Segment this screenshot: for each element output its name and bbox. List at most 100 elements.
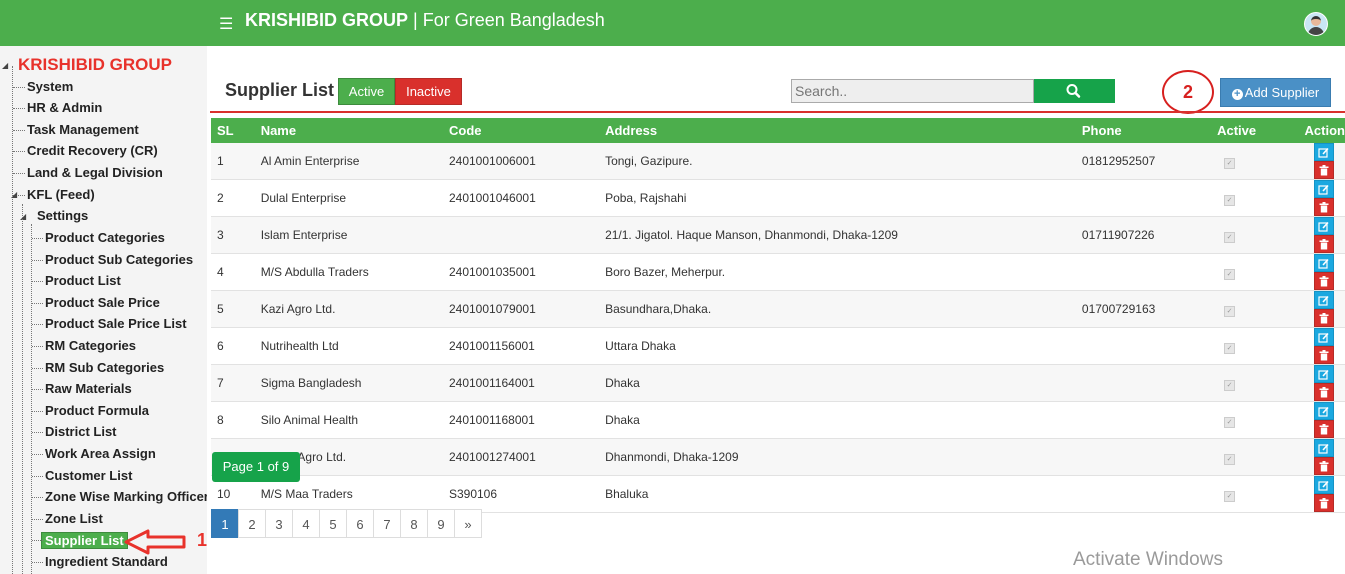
- inactive-filter-button[interactable]: Inactive: [395, 78, 462, 105]
- active-checkbox[interactable]: ✓: [1224, 194, 1236, 206]
- edit-button[interactable]: [1313, 180, 1334, 198]
- active-checkbox[interactable]: ✓: [1224, 416, 1236, 428]
- sidebar-item-customer-list[interactable]: Customer List: [45, 468, 132, 483]
- sidebar-item-zone-wise-marking-officer[interactable]: Zone Wise Marking Officer: [45, 489, 207, 504]
- sidebar-item-product-sub-categories[interactable]: Product Sub Categories: [45, 252, 193, 267]
- cell-action: [1298, 290, 1345, 328]
- cell-sl: 7: [211, 364, 255, 402]
- delete-button[interactable]: [1313, 494, 1334, 512]
- sidebar-item-rm-categories[interactable]: RM Categories: [45, 338, 136, 353]
- edit-button[interactable]: [1313, 217, 1334, 235]
- cell-sl: 8: [211, 401, 255, 439]
- pager-page-3[interactable]: 3: [265, 509, 293, 538]
- active-checkbox[interactable]: ✓: [1224, 231, 1236, 243]
- brand-title: KRISHIBID GROUP | For Green Bangladesh: [245, 10, 605, 31]
- cell-code: S390106: [442, 475, 600, 513]
- active-checkbox[interactable]: ✓: [1224, 490, 1236, 502]
- sidebar-item-ingredient-standard[interactable]: Ingredient Standard: [45, 554, 168, 569]
- search-input[interactable]: [791, 79, 1034, 103]
- search-icon: [1066, 84, 1081, 98]
- delete-button[interactable]: [1313, 420, 1334, 438]
- active-checkbox[interactable]: ✓: [1224, 379, 1236, 391]
- pager-page-7[interactable]: 7: [373, 509, 401, 538]
- trash-icon: [1319, 498, 1329, 509]
- pager-page-1[interactable]: 1: [211, 509, 239, 538]
- sidebar-item-supplier-list[interactable]: Supplier List: [41, 532, 128, 550]
- brand-tagline: | For Green Bangladesh: [408, 10, 605, 30]
- tree-collapse-icon[interactable]: ◢: [2, 61, 8, 70]
- cell-name: Al Amin Enterprise: [254, 143, 443, 180]
- trash-icon: [1319, 461, 1329, 472]
- cell-phone: [1075, 327, 1212, 365]
- sidebar-item-system[interactable]: System: [27, 79, 73, 94]
- active-checkbox[interactable]: ✓: [1224, 305, 1236, 317]
- table-row: 1 Al Amin Enterprise 2401001006001 Tongi, G…: [211, 143, 1345, 180]
- trash-icon: [1319, 202, 1329, 213]
- table-row: 10 M/S Maa Traders S390106 Bhaluka ✓: [211, 475, 1345, 513]
- cell-code: 2401001164001: [442, 364, 600, 402]
- delete-button[interactable]: [1313, 346, 1334, 364]
- active-checkbox[interactable]: ✓: [1224, 453, 1236, 465]
- sidebar-item-rm-sub-categories[interactable]: RM Sub Categories: [45, 360, 164, 375]
- search-button[interactable]: [1034, 79, 1115, 103]
- cell-sl: 1: [211, 143, 255, 180]
- edit-button[interactable]: [1313, 439, 1334, 457]
- active-checkbox[interactable]: ✓: [1224, 268, 1236, 280]
- user-avatar[interactable]: [1304, 12, 1328, 36]
- edit-button[interactable]: [1313, 143, 1334, 161]
- sidebar-item-credit-recovery-cr[interactable]: Credit Recovery (CR): [27, 143, 158, 158]
- sidebar-item-product-list[interactable]: Product List: [45, 273, 121, 288]
- cell-active: ✓: [1211, 179, 1299, 217]
- delete-button[interactable]: [1313, 457, 1334, 475]
- kfl-collapse-icon[interactable]: ◢: [11, 190, 17, 199]
- active-filter-button[interactable]: Active: [338, 78, 395, 105]
- sidebar-item-product-sale-price[interactable]: Product Sale Price: [45, 295, 160, 310]
- delete-button[interactable]: [1313, 272, 1334, 290]
- settings-collapse-icon[interactable]: ◢: [20, 212, 26, 221]
- sidebar-item-product-sale-price-list[interactable]: Product Sale Price List: [45, 316, 187, 331]
- edit-button[interactable]: [1313, 365, 1334, 383]
- pager-page-8[interactable]: 8: [400, 509, 428, 538]
- pager-page-5[interactable]: 5: [319, 509, 347, 538]
- sidebar-item-product-formula[interactable]: Product Formula: [45, 403, 149, 418]
- pager-page-9[interactable]: 9: [427, 509, 455, 538]
- delete-button[interactable]: [1313, 198, 1334, 216]
- pager-next-button[interactable]: »: [454, 509, 482, 538]
- pager-page-4[interactable]: 4: [292, 509, 320, 538]
- cell-phone: [1075, 401, 1212, 439]
- sidebar-item-district-list[interactable]: District List: [45, 424, 117, 439]
- sidebar-item-kfl-feed[interactable]: KFL (Feed): [27, 187, 95, 202]
- edit-button[interactable]: [1313, 328, 1334, 346]
- edit-button[interactable]: [1313, 402, 1334, 420]
- sidebar-item-product-categories[interactable]: Product Categories: [45, 230, 165, 245]
- pager-page-6[interactable]: 6: [346, 509, 374, 538]
- active-checkbox[interactable]: ✓: [1224, 342, 1236, 354]
- edit-button[interactable]: [1313, 476, 1334, 494]
- cell-code: 2401001168001: [442, 401, 600, 439]
- edit-button[interactable]: [1313, 291, 1334, 309]
- top-header-bar: ☰ KRISHIBID GROUP | For Green Bangladesh: [0, 0, 1345, 46]
- delete-button[interactable]: [1313, 161, 1334, 179]
- edit-button[interactable]: [1313, 254, 1334, 272]
- add-supplier-button[interactable]: + Add Supplier: [1220, 78, 1331, 107]
- sidebar-item-zone-list[interactable]: Zone List: [45, 511, 103, 526]
- cell-address: Poba, Rajshahi: [599, 179, 1076, 217]
- table-row: 6 Nutrihealth Ltd 2401001156001 Uttara Dhak…: [211, 327, 1345, 365]
- active-checkbox[interactable]: ✓: [1224, 157, 1236, 169]
- column-header-phone: Phone: [1075, 118, 1212, 143]
- sidebar-item-work-area-assign[interactable]: Work Area Assign: [45, 446, 156, 461]
- cell-sl: 4: [211, 253, 255, 291]
- delete-button[interactable]: [1313, 383, 1334, 401]
- delete-button[interactable]: [1313, 309, 1334, 327]
- delete-button[interactable]: [1313, 235, 1334, 253]
- sidebar-item-task-management[interactable]: Task Management: [27, 122, 139, 137]
- sidebar-item-settings[interactable]: Settings: [37, 208, 88, 223]
- cell-code: 2401001046001: [442, 179, 600, 217]
- pagination: 1 2 3 4 5 6 7 8 9»: [211, 509, 482, 538]
- hamburger-menu-icon[interactable]: ☰: [219, 14, 233, 34]
- sidebar-item-hr-admin[interactable]: HR & Admin: [27, 100, 102, 115]
- sidebar-item-land-legal-division[interactable]: Land & Legal Division: [27, 165, 163, 180]
- sidebar-item-raw-materials[interactable]: Raw Materials: [45, 381, 132, 396]
- cell-address: Dhaka: [599, 364, 1076, 402]
- pager-page-2[interactable]: 2: [238, 509, 266, 538]
